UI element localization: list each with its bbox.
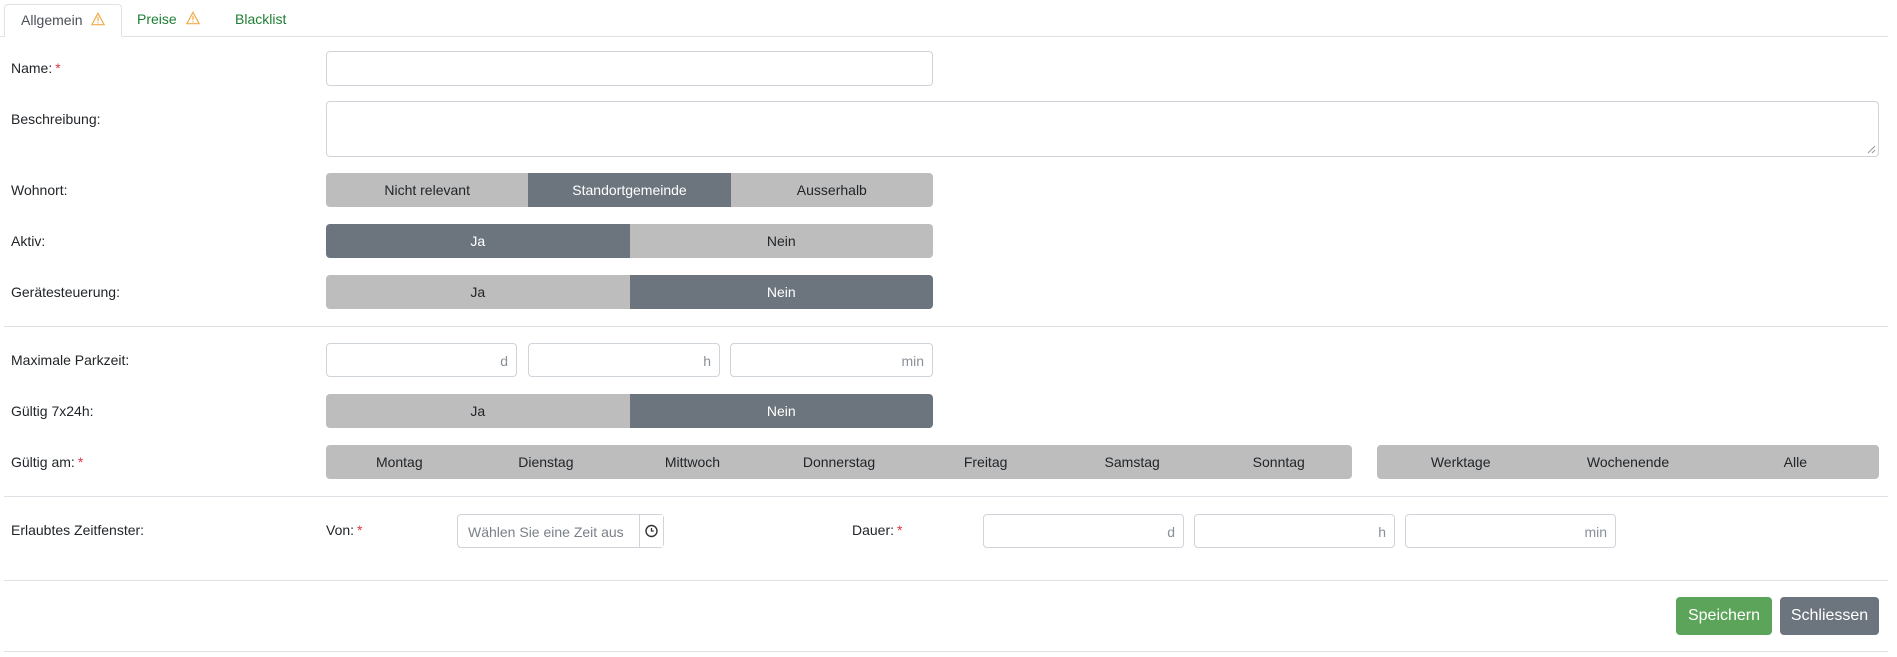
gueltig-7x24-option-ja[interactable]: Ja xyxy=(326,394,630,428)
section-divider xyxy=(4,496,1888,497)
warning-icon xyxy=(91,12,106,26)
required-marker: * xyxy=(55,60,61,76)
tab-blacklist[interactable]: Blacklist xyxy=(219,4,302,35)
dauer-hours-input[interactable]: h xyxy=(1194,514,1395,548)
dauer-label: Dauer: * xyxy=(852,522,902,538)
max-parkzeit-label: Maximale Parkzeit: xyxy=(11,352,130,368)
group-alle[interactable]: Alle xyxy=(1711,445,1879,479)
wohnort-option-nicht-relevant[interactable]: Nicht relevant xyxy=(326,173,529,207)
dauer-days-input[interactable]: d xyxy=(983,514,1184,548)
unit-suffix: h xyxy=(1378,524,1386,540)
gueltig-am-label-text: Gültig am: xyxy=(11,454,75,470)
geraetesteuerung-toggle: Ja Nein xyxy=(326,275,933,309)
gueltig-7x24-toggle: Ja Nein xyxy=(326,394,933,428)
day-freitag[interactable]: Freitag xyxy=(912,445,1059,479)
day-group-selector: Werktage Wochenende Alle xyxy=(1377,445,1879,479)
wohnort-option-standortgemeinde[interactable]: Standortgemeinde xyxy=(528,173,731,207)
unit-suffix: min xyxy=(1584,524,1607,540)
name-label: Name: * xyxy=(11,60,61,76)
wohnort-option-ausserhalb[interactable]: Ausserhalb xyxy=(730,173,933,207)
day-mittwoch[interactable]: Mittwoch xyxy=(619,445,766,479)
clock-icon xyxy=(645,524,658,538)
resize-handle-icon[interactable] xyxy=(1867,145,1876,154)
wohnort-label: Wohnort: xyxy=(11,182,68,198)
von-placeholder: Wählen Sie eine Zeit aus xyxy=(468,524,624,540)
name-label-text: Name: xyxy=(11,60,53,76)
day-sonntag[interactable]: Sonntag xyxy=(1205,445,1352,479)
unit-suffix: min xyxy=(901,353,924,369)
footer-border xyxy=(4,651,1888,652)
gueltig-am-label: Gültig am: * xyxy=(11,454,83,470)
aktiv-option-ja[interactable]: Ja xyxy=(326,224,630,258)
von-time-picker[interactable]: Wählen Sie eine Zeit aus xyxy=(457,514,664,548)
close-button[interactable]: Schliessen xyxy=(1780,597,1879,635)
zeitfenster-label: Erlaubtes Zeitfenster: xyxy=(11,522,145,538)
required-marker: * xyxy=(77,454,84,470)
required-marker: * xyxy=(897,522,903,538)
form-dialog: Allgemein Preise Blacklist Name: * Beschr… xyxy=(0,0,1897,657)
unit-suffix: h xyxy=(703,353,711,369)
unit-suffix: d xyxy=(500,353,508,369)
tab-label: Preise xyxy=(137,11,177,27)
beschreibung-label: Beschreibung: xyxy=(11,111,101,127)
clock-button[interactable] xyxy=(639,515,663,547)
group-wochenende[interactable]: Wochenende xyxy=(1544,445,1712,479)
gueltig-7x24-option-nein[interactable]: Nein xyxy=(629,394,933,428)
day-samstag[interactable]: Samstag xyxy=(1058,445,1206,479)
name-input[interactable] xyxy=(326,51,933,86)
wohnort-toggle: Nicht relevant Standortgemeinde Ausserha… xyxy=(326,173,933,207)
geraetesteuerung-option-ja[interactable]: Ja xyxy=(326,275,630,309)
unit-suffix: d xyxy=(1167,524,1175,540)
aktiv-toggle: Ja Nein xyxy=(326,224,933,258)
beschreibung-textarea[interactable] xyxy=(326,101,1879,157)
max-parkzeit-days-input[interactable]: d xyxy=(326,343,517,377)
geraetesteuerung-option-nein[interactable]: Nein xyxy=(629,275,933,309)
tab-label: Blacklist xyxy=(235,11,287,27)
aktiv-option-nein[interactable]: Nein xyxy=(629,224,933,258)
day-montag[interactable]: Montag xyxy=(326,445,473,479)
group-werktage[interactable]: Werktage xyxy=(1377,445,1545,479)
tab-bar: Allgemein Preise Blacklist xyxy=(0,0,1888,37)
tab-allgemein[interactable]: Allgemein xyxy=(4,4,123,37)
section-divider xyxy=(4,580,1888,581)
weekday-selector: Montag Dienstag Mittwoch Donnerstag Frei… xyxy=(326,445,1352,479)
dauer-label-text: Dauer: xyxy=(852,522,895,538)
day-donnerstag[interactable]: Donnerstag xyxy=(765,445,913,479)
max-parkzeit-hours-input[interactable]: h xyxy=(528,343,720,377)
tab-preise[interactable]: Preise xyxy=(121,4,216,35)
max-parkzeit-minutes-input[interactable]: min xyxy=(730,343,933,377)
section-divider xyxy=(4,326,1888,327)
day-dienstag[interactable]: Dienstag xyxy=(472,445,620,479)
required-marker: * xyxy=(357,522,363,538)
gueltig-7x24-label: Gültig 7x24h: xyxy=(11,403,94,419)
aktiv-label: Aktiv: xyxy=(11,233,46,249)
warning-icon xyxy=(185,11,200,25)
save-button[interactable]: Speichern xyxy=(1676,597,1772,635)
von-label: Von: * xyxy=(326,522,362,538)
tab-label: Allgemein xyxy=(21,12,83,28)
von-label-text: Von: xyxy=(326,522,355,538)
geraetesteuerung-label: Gerätesteuerung: xyxy=(11,284,120,300)
dauer-minutes-input[interactable]: min xyxy=(1405,514,1616,548)
